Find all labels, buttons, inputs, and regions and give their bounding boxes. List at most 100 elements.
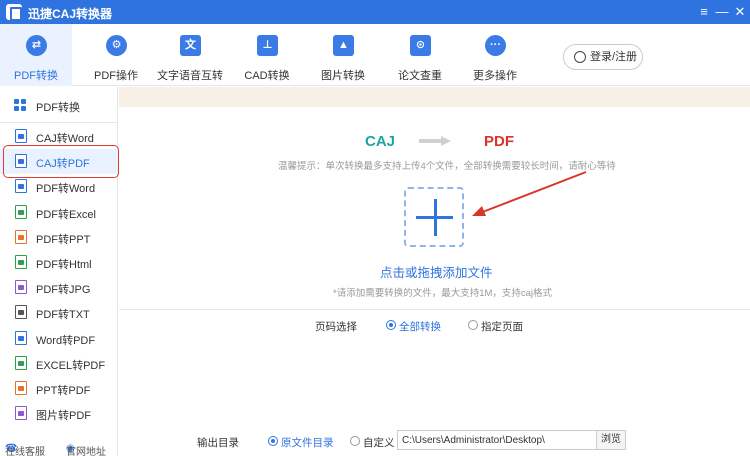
- plus-icon-bar: [416, 216, 453, 219]
- page-select-label: 页码选择: [315, 321, 357, 333]
- divider: [119, 309, 750, 310]
- user-icon: [574, 51, 586, 63]
- sidebar-item-label: CAJ转Word: [36, 133, 94, 145]
- all-pages-label[interactable]: 全部转换: [399, 319, 441, 334]
- file-type-mark: [18, 184, 24, 190]
- sidebar-item-label: Word转PDF: [36, 334, 96, 347]
- sidebar-item-label: PDF转Word: [36, 183, 96, 196]
- highlight-box: [3, 145, 119, 178]
- sidebar-footer: ☎ 在线客服 ◉ 官网地址: [0, 433, 118, 456]
- radio-specific-pages[interactable]: [468, 320, 478, 330]
- file-type-mark: [18, 134, 24, 139]
- red-arrow-annotation: [472, 171, 587, 216]
- sidebar-item-label: 图片转PDF: [36, 410, 91, 423]
- menu-icon[interactable]: ≡: [694, 2, 714, 22]
- file-type-icon: [15, 280, 27, 295]
- tab-label: PDF操作: [94, 70, 138, 82]
- sidebar-item[interactable]: 图片转PDF: [0, 401, 118, 426]
- tab-label: 图片转换: [321, 70, 365, 82]
- file-type-mark: [18, 310, 24, 316]
- from-format: CAJ: [365, 133, 396, 150]
- search-doc-icon: ⊙: [410, 35, 431, 56]
- sidebar-item[interactable]: PDF转Html: [0, 250, 118, 275]
- tab-label: 文字语音互转: [157, 70, 223, 82]
- drop-title[interactable]: 点击或拖拽添加文件: [380, 262, 493, 281]
- tab-pdf-operations[interactable]: ⚙ PDF操作: [80, 24, 152, 86]
- file-type-icon: [15, 129, 27, 143]
- file-type-icon: [15, 204, 27, 219]
- radio-custom-dir[interactable]: [350, 436, 360, 446]
- tab-pdf-convert[interactable]: ⇄ PDF转换: [0, 24, 72, 86]
- sidebar-item[interactable]: PDF转JPG: [0, 275, 118, 300]
- file-type-mark: [18, 360, 24, 366]
- image-icon: ▲: [333, 35, 354, 56]
- radio-all-pages[interactable]: [386, 320, 396, 330]
- sidebar-item[interactable]: EXCEL转PDF: [0, 351, 118, 376]
- close-button[interactable]: ✕: [730, 2, 750, 22]
- sidebar-item[interactable]: PDF转Word: [0, 174, 118, 199]
- title-bar: 迅捷CAJ转换器 ≡ — ✕: [0, 0, 750, 24]
- tab-cad-convert[interactable]: ⊥ CAD转换: [231, 24, 303, 86]
- custom-dir-label[interactable]: 自定义: [363, 435, 395, 450]
- file-type-mark: [18, 209, 24, 215]
- file-type-mark: [18, 386, 24, 391]
- sidebar-item[interactable]: Word转PDF: [0, 326, 118, 351]
- login-label: 登录/注册: [590, 51, 638, 63]
- file-type-mark: [18, 285, 24, 291]
- output-dir-label: 输出目录: [197, 437, 239, 449]
- app-title: 迅捷CAJ转换器: [28, 7, 113, 21]
- to-format: PDF: [484, 133, 514, 150]
- file-type-icon: [15, 406, 27, 421]
- app-logo-icon: [6, 4, 22, 21]
- main-toolbar: ⇄ PDF转换 ⚙ PDF操作 文 文字语音互转 ⊥ CAD转换 ▲ 图片转换 …: [0, 24, 750, 86]
- grid-icon: [14, 99, 26, 111]
- cad-icon: ⊥: [257, 35, 278, 56]
- tab-label: CAD转换: [244, 70, 290, 82]
- file-type-mark: [18, 234, 24, 240]
- online-service-label: 在线客服: [5, 447, 45, 456]
- more-icon: ···: [485, 35, 506, 56]
- minimize-button[interactable]: —: [712, 2, 732, 22]
- sidebar-item-label: PDF转Html: [36, 259, 92, 271]
- sidebar-item-label: PDF转PPT: [36, 233, 91, 246]
- gear-icon: ⚙: [106, 35, 127, 56]
- tab-label: PDF转换: [14, 70, 58, 82]
- file-type-mark: [18, 335, 24, 341]
- file-type-mark: [18, 260, 24, 265]
- file-type-icon: [15, 229, 27, 244]
- sidebar-item-label: PDF转TXT: [36, 309, 90, 322]
- speech-icon: 文: [180, 35, 201, 56]
- sidebar-item-label: PDF转JPG: [36, 284, 91, 297]
- source-dir-label[interactable]: 原文件目录: [281, 435, 334, 450]
- arrow-right-icon: [419, 136, 451, 146]
- sidebar-item-label: PDF转Excel: [36, 208, 96, 221]
- sidebar-item[interactable]: PDF转TXT: [0, 300, 118, 325]
- tab-text-speech[interactable]: 文 文字语音互转: [154, 24, 226, 86]
- file-type-icon: [15, 381, 27, 395]
- browse-button[interactable]: 浏览: [596, 430, 626, 450]
- output-path-input[interactable]: [397, 430, 597, 450]
- sidebar-header: PDF转换: [0, 87, 118, 123]
- radio-source-dir[interactable]: [268, 436, 278, 446]
- tab-label: 论文查重: [398, 70, 442, 82]
- file-type-icon: [15, 330, 27, 345]
- drop-subtitle: *请添加需要转换的文件，最大支持1M，支持caj格式: [333, 288, 553, 299]
- sidebar-item-label: PPT转PDF: [36, 385, 91, 397]
- file-type-icon: [15, 305, 27, 320]
- tab-label: 更多操作: [473, 70, 517, 82]
- sidebar-item[interactable]: PDF转Excel: [0, 200, 118, 225]
- sidebar-item-label: EXCEL转PDF: [36, 359, 106, 372]
- notice-banner: [119, 87, 750, 107]
- tab-image-convert[interactable]: ▲ 图片转换: [307, 24, 379, 86]
- sidebar-item[interactable]: PDF转PPT: [0, 225, 118, 250]
- file-type-mark: [18, 411, 24, 417]
- login-button[interactable]: 登录/注册: [563, 44, 643, 70]
- file-type-icon: [15, 179, 27, 194]
- sidebar-item[interactable]: PPT转PDF: [0, 376, 118, 401]
- file-drop-zone[interactable]: [404, 187, 464, 247]
- tab-thesis-check[interactable]: ⊙ 论文查重: [384, 24, 456, 86]
- tab-more[interactable]: ··· 更多操作: [459, 24, 531, 86]
- swap-icon: ⇄: [26, 35, 47, 56]
- specific-pages-label[interactable]: 指定页面: [481, 319, 523, 334]
- file-type-icon: [15, 355, 27, 370]
